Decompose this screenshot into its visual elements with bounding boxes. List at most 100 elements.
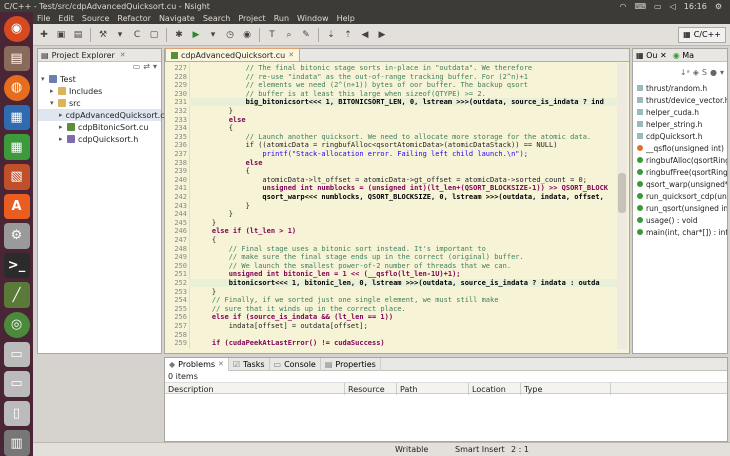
close-icon[interactable]: ✕ xyxy=(218,360,224,368)
col-description[interactable]: Description xyxy=(165,383,345,395)
code-line[interactable]: // We launch the smallest power-of-2 num… xyxy=(195,262,511,270)
forward-icon[interactable]: ▶ xyxy=(375,28,389,42)
code-line[interactable]: } xyxy=(195,202,250,210)
power-gear-icon[interactable]: ⚙ xyxy=(715,2,722,11)
menu-navigate[interactable]: Navigate xyxy=(159,14,195,23)
menu-file[interactable]: File xyxy=(37,14,50,23)
open-perspective-icon[interactable]: ▦ xyxy=(683,30,691,39)
code-line[interactable]: // sure that it winds up in the correct … xyxy=(195,305,406,313)
link-editor-icon[interactable]: ⇄ xyxy=(143,62,150,73)
hide-fields-icon[interactable]: ◈ xyxy=(693,68,699,77)
usb-icon[interactable]: ▯ xyxy=(3,400,30,427)
outline-item[interactable]: ringbufFree(qsortRingb xyxy=(633,166,727,178)
tree-item[interactable]: ▾ Test xyxy=(38,73,161,85)
back-icon[interactable]: ◀ xyxy=(358,28,372,42)
run-icon[interactable]: ▶ xyxy=(189,28,203,42)
view-menu-icon[interactable]: ▾ xyxy=(720,68,724,77)
code-line[interactable]: // The final bitonic stage sorts in-plac… xyxy=(195,64,533,72)
impress-icon[interactable]: ▧ xyxy=(3,163,30,190)
save-all-icon[interactable]: ▤ xyxy=(71,28,85,42)
code-line[interactable]: atomicData->lt_offset = atomicData->gt_o… xyxy=(195,176,587,184)
code-line[interactable]: printf("Stack-allocation error. Failing … xyxy=(195,150,528,158)
view-menu-icon[interactable]: ▾ xyxy=(153,62,157,73)
outline-item[interactable]: run_qsort(unsigned int xyxy=(633,202,727,214)
outline-item[interactable]: thrust/device_vector.h xyxy=(633,94,727,106)
keyboard-icon[interactable]: ⌨ xyxy=(635,2,647,11)
col-resource[interactable]: Resource xyxy=(345,383,397,395)
outline-item[interactable]: qsort_warp(unsigned*, xyxy=(633,178,727,190)
code-line[interactable]: else xyxy=(195,116,246,124)
perspective-switcher[interactable]: ▦ C/C++ xyxy=(678,26,726,43)
close-tab-icon[interactable]: ✕ xyxy=(288,51,294,59)
expanded-arrow-icon[interactable]: ▾ xyxy=(41,75,49,83)
profile-icon[interactable]: ◷ xyxy=(223,28,237,42)
code-line[interactable]: { xyxy=(195,236,216,244)
calc-icon[interactable]: ▦ xyxy=(3,134,30,160)
col-location[interactable]: Location xyxy=(469,383,521,395)
toggle-mark-icon[interactable]: ✎ xyxy=(299,28,313,42)
new-class-icon[interactable]: C xyxy=(130,28,144,42)
tab-outline[interactable]: ▦ Ou ✕ xyxy=(636,51,667,60)
search-icon[interactable]: ⌕ xyxy=(282,28,296,42)
collapsed-arrow-icon[interactable]: ▸ xyxy=(50,87,58,95)
outline-item[interactable]: run_quicksort_cdp(uns xyxy=(633,190,727,202)
software-center-icon[interactable]: A xyxy=(3,193,30,220)
code-line[interactable]: } xyxy=(195,288,216,296)
volume-icon[interactable]: ◁ xyxy=(670,2,676,11)
build-config-icon[interactable]: ▾ xyxy=(113,28,127,42)
col-type[interactable]: Type xyxy=(521,383,611,395)
code-line[interactable]: // elements we need (2^(n+1)) bytes of o… xyxy=(195,81,528,89)
outline-item[interactable]: ringbufAlloc(qsortRing xyxy=(633,154,727,166)
hide-static-icon[interactable]: S xyxy=(702,68,707,77)
new-file-icon[interactable]: ▢ xyxy=(147,28,161,42)
drive-icon[interactable]: ▭ xyxy=(3,341,30,368)
menu-refactor[interactable]: Refactor xyxy=(117,14,151,23)
code-line[interactable]: bitonicsort<<< 1, bitonic_len, 0, lstrea… xyxy=(189,279,617,287)
writer-icon[interactable]: ▦ xyxy=(3,104,30,131)
menu-run[interactable]: Run xyxy=(274,14,289,23)
code-line[interactable]: // buffer is at least this large when si… xyxy=(195,90,486,98)
tab-console[interactable]: ▭ Console xyxy=(270,357,321,371)
menu-source[interactable]: Source xyxy=(82,14,109,23)
code-line[interactable]: } xyxy=(195,210,233,218)
editor-tab[interactable]: cdpAdvancedQuicksort.cu ✕ xyxy=(165,48,301,61)
save-icon[interactable]: ▣ xyxy=(54,28,68,42)
code-line[interactable]: } xyxy=(195,107,233,115)
tree-item[interactable]: ▸ cdpQuicksort.h xyxy=(38,133,161,145)
build-icon[interactable]: ⚒ xyxy=(96,28,110,42)
outline-item[interactable]: __qsflo(unsigned int) : xyxy=(633,142,727,154)
close-icon[interactable]: ✕ xyxy=(120,51,126,59)
clock[interactable]: 16:16 xyxy=(684,2,707,11)
code-line[interactable]: else if (lt_len > 1) xyxy=(195,227,296,235)
settings-icon[interactable]: ⚙ xyxy=(3,223,30,249)
nsight-icon[interactable]: ╱ xyxy=(3,282,30,308)
collapse-all-icon[interactable]: ▭ xyxy=(133,62,141,73)
hide-nonpublic-icon[interactable]: ● xyxy=(710,68,717,77)
code-line[interactable]: unsigned int numblocks = (unsigned int)(… xyxy=(195,184,608,192)
code-line[interactable]: unsigned int bitonic_len = 1 << (__qsflo… xyxy=(195,270,461,278)
next-annotation-icon[interactable]: ⇣ xyxy=(324,28,338,42)
code-line[interactable]: { xyxy=(195,167,250,175)
terminal-icon[interactable]: >_ xyxy=(3,252,30,279)
code-line[interactable]: { xyxy=(195,124,233,132)
code-line[interactable]: indata[offset] = outdata[offset]; xyxy=(195,322,368,330)
wifi-icon[interactable]: ◠ xyxy=(620,2,627,11)
code-line[interactable]: // Final stage uses a bitonic sort inste… xyxy=(195,245,486,253)
drive-2-icon[interactable]: ▭ xyxy=(3,371,30,397)
tab-tasks[interactable]: ☑ Tasks xyxy=(229,357,270,371)
code-line[interactable]: qsort_warp<<< numblocks, QSORT_BLOCKSIZE… xyxy=(195,193,603,201)
menu-help[interactable]: Help xyxy=(337,14,355,23)
code-line[interactable]: else if (source_is_indata && (lt_len == … xyxy=(195,313,393,321)
expanded-arrow-icon[interactable]: ▾ xyxy=(50,99,58,107)
outline-item[interactable]: thrust/random.h xyxy=(633,82,727,94)
sort-icon[interactable]: ↓ᵃ xyxy=(680,68,690,77)
code-line[interactable]: } xyxy=(195,219,216,227)
col-path[interactable]: Path xyxy=(397,383,469,395)
outline-item[interactable]: usage() : void xyxy=(633,214,727,226)
trash-icon[interactable]: ▥ xyxy=(3,430,30,456)
menu-search[interactable]: Search xyxy=(203,14,230,23)
files-icon[interactable]: ▤ xyxy=(3,45,30,72)
debug-icon[interactable]: ✱ xyxy=(172,28,186,42)
menu-edit[interactable]: Edit xyxy=(58,14,74,23)
battery-icon[interactable]: ▭ xyxy=(654,2,662,11)
